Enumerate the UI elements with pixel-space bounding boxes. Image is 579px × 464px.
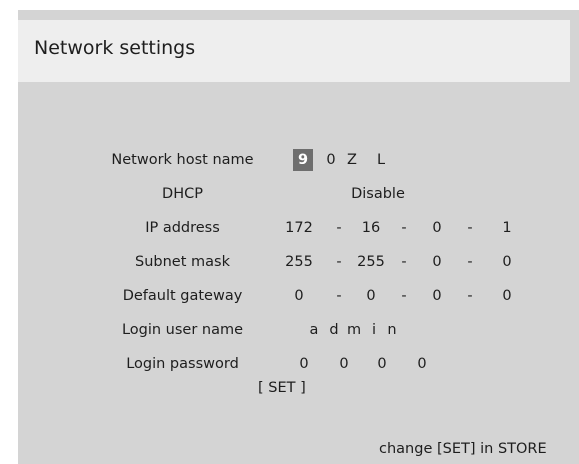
subnet-separator: - xyxy=(401,254,407,270)
subnet-octet-2[interactable]: 255 xyxy=(356,253,386,271)
store-hint: change [SET] in STORE xyxy=(379,441,547,457)
ip-separator: - xyxy=(336,220,342,236)
dhcp-value[interactable]: Disable xyxy=(318,185,438,203)
host-name-char-1[interactable]: 9 xyxy=(293,149,313,171)
set-button[interactable]: [ SET ] xyxy=(258,379,306,397)
subnet-separator: - xyxy=(336,254,342,270)
user-name-char-3[interactable]: m xyxy=(343,321,365,339)
subnet-octet-4[interactable]: 0 xyxy=(492,253,522,271)
gateway-octet-3[interactable]: 0 xyxy=(422,287,452,305)
ip-octet-3[interactable]: 0 xyxy=(422,219,452,237)
subnet-mask-label: Subnet mask xyxy=(135,254,230,270)
host-name-char-2[interactable]: 0 xyxy=(321,151,341,169)
ip-separator: - xyxy=(467,220,473,236)
login-password-label: Login password xyxy=(126,356,239,372)
page-title: Network settings xyxy=(34,37,196,59)
host-name-char-4[interactable]: L xyxy=(371,151,391,169)
gateway-separator: - xyxy=(336,288,342,304)
password-char-4[interactable]: 0 xyxy=(412,355,432,373)
password-char-1[interactable]: 0 xyxy=(294,355,314,373)
gateway-octet-1[interactable]: 0 xyxy=(284,287,314,305)
user-name-char-2[interactable]: d xyxy=(324,321,344,339)
ip-separator: - xyxy=(401,220,407,236)
user-name-char-5[interactable]: n xyxy=(382,321,402,339)
gateway-octet-4[interactable]: 0 xyxy=(492,287,522,305)
ip-octet-2[interactable]: 16 xyxy=(356,219,386,237)
gateway-octet-2[interactable]: 0 xyxy=(356,287,386,305)
user-name-char-4[interactable]: i xyxy=(364,321,384,339)
ip-octet-1[interactable]: 172 xyxy=(284,219,314,237)
settings-panel: Network settings Network host name 9 0 Z… xyxy=(18,10,579,464)
subnet-octet-3[interactable]: 0 xyxy=(422,253,452,271)
host-name-label: Network host name xyxy=(111,152,254,168)
password-char-3[interactable]: 0 xyxy=(372,355,392,373)
host-name-char-3[interactable]: Z xyxy=(342,151,362,169)
password-char-2[interactable]: 0 xyxy=(334,355,354,373)
user-name-char-1[interactable]: a xyxy=(304,321,324,339)
ip-address-label: IP address xyxy=(145,220,220,236)
gateway-separator: - xyxy=(467,288,473,304)
gateway-separator: - xyxy=(401,288,407,304)
dhcp-label: DHCP xyxy=(162,186,203,202)
ip-octet-4[interactable]: 1 xyxy=(492,219,522,237)
subnet-octet-1[interactable]: 255 xyxy=(284,253,314,271)
subnet-separator: - xyxy=(467,254,473,270)
default-gateway-label: Default gateway xyxy=(122,288,243,304)
login-user-name-label: Login user name xyxy=(121,322,244,338)
